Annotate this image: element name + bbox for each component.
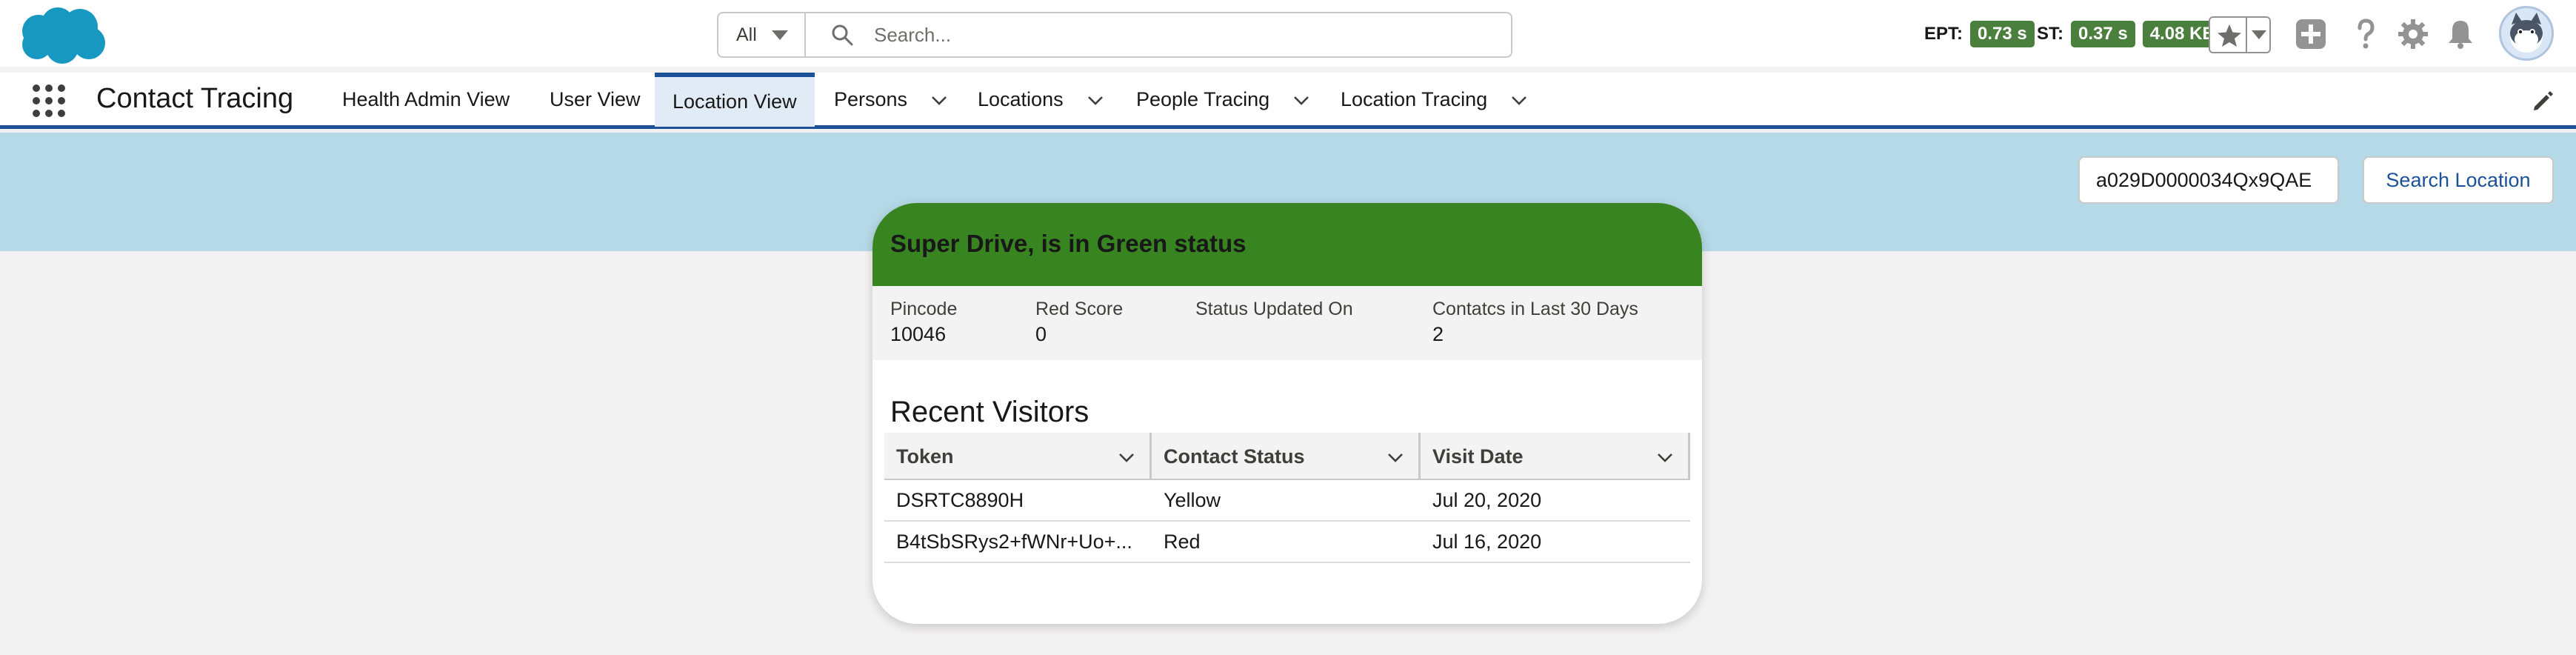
tab-health-admin-view[interactable]: Health Admin View	[324, 73, 527, 127]
st-label: ST:	[2037, 24, 2063, 44]
contact-status-cell: Yellow	[1164, 488, 1221, 511]
chevron-down-icon[interactable]	[1117, 448, 1136, 467]
ept-badge: 0.73 s	[1970, 21, 2035, 47]
token-cell: B4tSbSRys2+fWNr+Uo+...	[896, 530, 1132, 553]
status-header: Super Drive, is in Green status	[872, 203, 1702, 286]
stat-red-score: Red Score 0	[1035, 296, 1123, 347]
stat-label: Pincode	[890, 299, 958, 319]
table-row[interactable]: DSRTC8890H Yellow Jul 20, 2020	[884, 480, 1690, 522]
stat-label: Status Updated On	[1195, 299, 1353, 319]
star-icon	[2218, 24, 2241, 47]
stat-contacts-last-30-days: Contatcs in Last 30 Days 2	[1432, 296, 1638, 347]
search-location-button[interactable]: Search Location	[2363, 156, 2554, 204]
app-name: Contact Tracing	[96, 83, 294, 114]
search-scope-select[interactable]: All	[718, 13, 806, 56]
app-launcher-icon[interactable]	[33, 84, 65, 117]
chevron-down-icon[interactable]	[1086, 90, 1105, 110]
gear-icon[interactable]	[2397, 18, 2429, 50]
location-status-card: Super Drive, is in Green status Pincode …	[872, 203, 1702, 624]
help-icon[interactable]	[2349, 18, 2382, 50]
chevron-down-icon[interactable]	[1386, 448, 1405, 467]
location-id-input[interactable]	[2078, 156, 2339, 204]
ept-label: EPT:	[1924, 24, 1963, 44]
app-nav-bar: Contact Tracing Health Admin View User V…	[0, 73, 2576, 129]
favorites-menu-caret-icon[interactable]	[2252, 30, 2266, 39]
column-resize-handle[interactable]	[1688, 433, 1690, 480]
column-header-label: Visit Date	[1432, 445, 1524, 468]
stat-label: Contatcs in Last 30 Days	[1432, 299, 1638, 319]
visit-date-cell: Jul 16, 2020	[1432, 530, 1542, 553]
caret-down-icon	[772, 30, 788, 40]
tab-label: Persons	[834, 88, 908, 110]
stat-value: 10046	[890, 323, 947, 345]
tab-location-tracing[interactable]: Location Tracing	[1323, 73, 1546, 127]
stats-strip: Pincode 10046 Red Score 0 Status Updated…	[872, 286, 1702, 360]
chevron-down-icon[interactable]	[1655, 448, 1675, 467]
ept-indicator: EPT: 0.73 s	[1924, 21, 2035, 47]
stat-status-updated-on: Status Updated On	[1195, 296, 1353, 322]
token-cell: DSRTC8890H	[896, 488, 1024, 511]
tab-location-view[interactable]: Location View	[655, 73, 815, 127]
tab-locations[interactable]: Locations	[960, 73, 1123, 127]
bell-icon[interactable]	[2444, 18, 2477, 50]
table-header-row: Token Contact Status Visit Date	[884, 433, 1690, 480]
search-icon	[832, 24, 853, 46]
stat-label: Red Score	[1035, 299, 1124, 319]
column-header-visit-date[interactable]: Visit Date	[1421, 433, 1688, 480]
stat-pincode: Pincode 10046	[890, 296, 957, 347]
search-input[interactable]	[874, 18, 1496, 52]
chevron-down-icon[interactable]	[1509, 90, 1529, 110]
contact-status-cell: Red	[1164, 530, 1201, 553]
section-title: Recent Visitors	[890, 396, 1090, 428]
tab-label: Locations	[978, 88, 1064, 110]
tab-persons[interactable]: Persons	[816, 73, 967, 127]
st-indicator: ST: 0.37 s 4.08 KB	[2037, 21, 2223, 47]
column-header-label: Contact Status	[1164, 445, 1305, 468]
divider	[2246, 18, 2247, 52]
column-header-contact-status[interactable]: Contact Status	[1152, 433, 1418, 480]
tab-label: Location View	[673, 90, 797, 113]
salesforce-cloud-logo[interactable]	[16, 6, 107, 65]
tab-user-view[interactable]: User View	[532, 73, 658, 127]
visit-date-cell: Jul 20, 2020	[1432, 488, 1542, 511]
search-scope-label: All	[736, 24, 757, 45]
tab-label: User View	[550, 88, 641, 110]
column-header-token[interactable]: Token	[884, 433, 1149, 480]
global-search: All	[717, 12, 1512, 58]
pencil-icon[interactable]	[2532, 90, 2554, 113]
chevron-down-icon[interactable]	[1292, 90, 1311, 110]
tab-label: People Tracing	[1136, 88, 1270, 110]
column-header-label: Token	[896, 445, 954, 468]
tab-people-tracing[interactable]: People Tracing	[1118, 73, 1329, 127]
user-avatar-icon	[2510, 13, 2543, 53]
plus-icon[interactable]	[2295, 18, 2327, 50]
stat-value: 2	[1432, 323, 1444, 345]
global-header: All EPT: 0.73 s ST: 0.37 s 4.08 KB	[0, 0, 2576, 67]
chevron-down-icon[interactable]	[930, 90, 949, 110]
favorites-button[interactable]	[2209, 16, 2271, 53]
card-title: Super Drive, is in Green status	[890, 230, 1247, 257]
table-row[interactable]: B4tSbSRys2+fWNr+Uo+... Red Jul 16, 2020	[884, 522, 1690, 563]
tab-label: Health Admin View	[342, 88, 510, 110]
avatar[interactable]	[2499, 6, 2554, 61]
stat-value: 0	[1035, 323, 1047, 345]
tab-label: Location Tracing	[1341, 88, 1488, 110]
st-badge: 0.37 s	[2071, 21, 2135, 47]
